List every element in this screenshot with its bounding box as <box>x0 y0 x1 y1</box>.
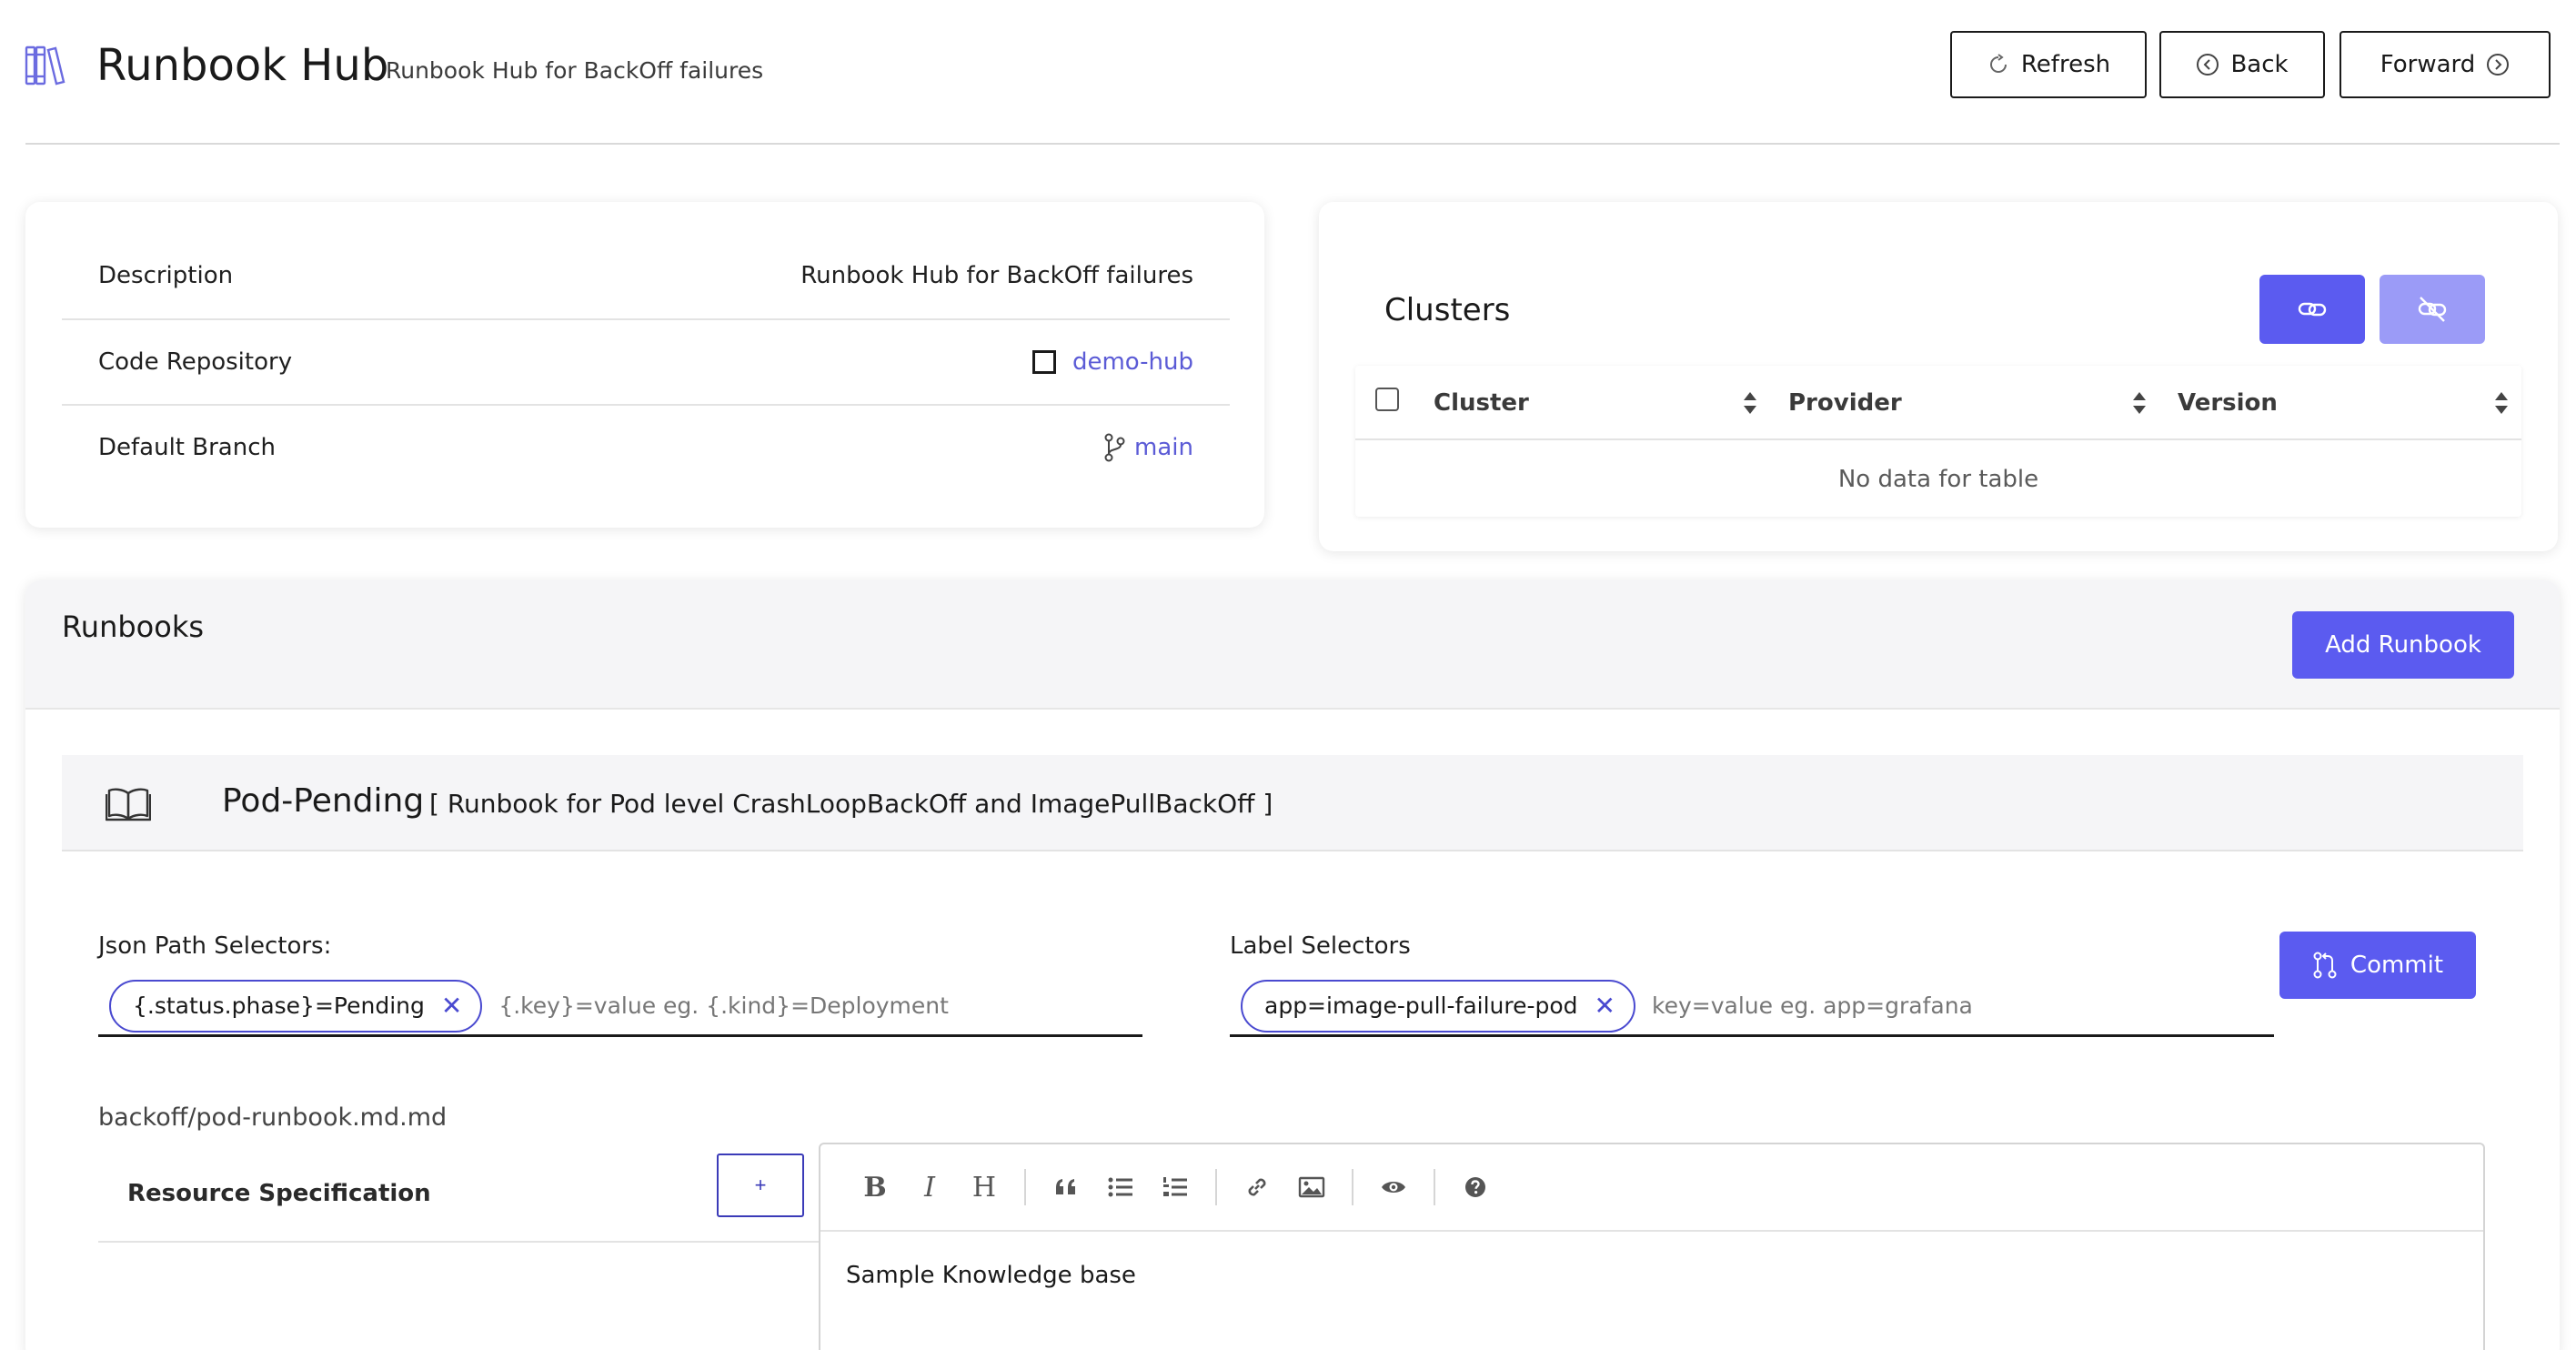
library-books-icon <box>25 45 65 86</box>
info-row-code-repository: Code Repository demo-hub <box>62 318 1230 404</box>
column-version[interactable]: Version <box>2178 366 2278 440</box>
label-selector-placeholder: key=value eg. app=grafana <box>1652 992 1973 1019</box>
info-row-description: Description Runbook Hub for BackOff fail… <box>62 233 1230 318</box>
commit-button[interactable]: Commit <box>2279 932 2476 999</box>
preview-button[interactable] <box>1366 1160 1421 1214</box>
chip-label: app=image-pull-failure-pod <box>1264 992 1578 1019</box>
forward-circle-icon <box>2487 54 2510 76</box>
ordered-list-button[interactable] <box>1148 1160 1202 1214</box>
editor-content[interactable]: Sample Knowledge base <box>846 1259 1136 1292</box>
sort-icon[interactable] <box>2130 389 2148 417</box>
resource-specification-label: Resource Specification <box>127 1180 431 1207</box>
resource-specification-row: Resource Specification + <box>98 1144 835 1243</box>
eye-icon <box>1382 1182 1405 1193</box>
commit-label: Commit <box>2350 952 2444 979</box>
refresh-icon <box>1989 54 2007 73</box>
unordered-list-icon <box>1108 1177 1132 1197</box>
back-circle-icon <box>2197 54 2219 76</box>
back-label: Back <box>2230 51 2289 78</box>
page-title: Runbook Hub <box>96 40 389 91</box>
json-path-placeholder: {.key}=value eg. {.kind}=Deployment <box>498 992 949 1019</box>
editor-toolbar: B I H <box>820 1144 2483 1232</box>
close-icon[interactable]: ✕ <box>441 992 462 1019</box>
heading-button[interactable]: H <box>957 1160 1011 1214</box>
toolbar-separator <box>1434 1169 1435 1205</box>
repository-checkbox-icon <box>1031 350 1056 374</box>
runbooks-title: Runbooks <box>62 610 205 644</box>
runbooks-header: Runbooks Add Runbook <box>25 580 2560 710</box>
forward-button[interactable]: Forward <box>2340 31 2551 98</box>
json-path-selectors-label: Json Path Selectors: <box>98 932 332 960</box>
clusters-card: Clusters Cluster Provider Version No dat… <box>1319 202 2558 551</box>
json-path-chip: {.status.phase}=Pending ✕ <box>109 979 483 1033</box>
label-selectors-label: Label Selectors <box>1230 932 1411 960</box>
clusters-table: Cluster Provider Version No data for tab… <box>1355 366 2521 517</box>
link-icon <box>2298 302 2327 317</box>
sort-icon[interactable] <box>1741 389 1759 417</box>
runbook-description: [ Runbook for Pod level CrashLoopBackOff… <box>429 789 1273 819</box>
forward-label: Forward <box>2380 51 2476 78</box>
column-provider[interactable]: Provider <box>1788 366 1902 440</box>
info-label: Code Repository <box>98 348 293 376</box>
label-selector-chip: app=image-pull-failure-pod ✕ <box>1241 979 1636 1033</box>
bold-button[interactable]: B <box>848 1160 902 1214</box>
page-subtitle: Runbook Hub for BackOff failures <box>386 57 764 84</box>
info-row-default-branch: Default Branch main <box>62 404 1230 489</box>
sort-icon[interactable] <box>2492 389 2511 417</box>
repository-link[interactable]: demo-hub <box>1072 348 1193 376</box>
chip-label: {.status.phase}=Pending <box>133 992 425 1019</box>
attach-cluster-button[interactable] <box>2259 275 2365 344</box>
insert-link-button[interactable] <box>1230 1160 1284 1214</box>
table-empty-message: No data for table <box>1837 466 2039 493</box>
refresh-label: Refresh <box>2020 51 2111 78</box>
hub-info-card: Description Runbook Hub for BackOff fail… <box>25 202 1264 528</box>
git-pull-request-icon <box>2313 952 2337 979</box>
runbook-item-header[interactable]: Pod-Pending [ Runbook for Pod level Cras… <box>62 755 2523 851</box>
quote-button[interactable] <box>1039 1160 1093 1214</box>
close-icon[interactable]: ✕ <box>1595 992 1615 1019</box>
column-cluster[interactable]: Cluster <box>1434 366 1529 440</box>
unordered-list-button[interactable] <box>1093 1160 1148 1214</box>
markdown-editor: B I H Sample Knowledge base <box>819 1143 2485 1350</box>
quote-icon <box>1056 1179 1075 1194</box>
label-selectors-input[interactable]: app=image-pull-failure-pod ✕ key=value e… <box>1230 977 2274 1037</box>
clusters-title: Clusters <box>1384 292 1511 328</box>
refresh-button[interactable]: Refresh <box>1950 31 2147 98</box>
unlink-icon <box>2418 297 2447 322</box>
select-all-checkbox[interactable] <box>1375 388 1399 411</box>
toolbar-separator <box>1352 1169 1353 1205</box>
open-book-icon <box>106 788 151 821</box>
insert-image-button[interactable] <box>1284 1160 1339 1214</box>
help-button[interactable] <box>1448 1160 1503 1214</box>
header-divider <box>25 143 2560 145</box>
back-button[interactable]: Back <box>2159 31 2325 98</box>
info-label: Description <box>98 262 234 289</box>
ordered-list-icon <box>1163 1177 1187 1196</box>
description-value: Runbook Hub for BackOff failures <box>800 262 1193 289</box>
toolbar-separator <box>1215 1169 1217 1205</box>
table-header: Cluster Provider Version <box>1355 366 2521 440</box>
add-runbook-button[interactable]: Add Runbook <box>2292 611 2514 679</box>
image-icon <box>1298 1176 1325 1198</box>
git-branch-icon <box>1104 433 1125 462</box>
toolbar-separator <box>1024 1169 1026 1205</box>
runbook-file-path: backoff/pod-runbook.md.md <box>98 1103 448 1132</box>
link-icon <box>1248 1178 1266 1196</box>
runbook-name: Pod-Pending <box>222 782 425 820</box>
runbooks-section: Runbooks Add Runbook Pod-Pending [ Runbo… <box>25 580 2560 1350</box>
italic-button[interactable]: I <box>902 1160 957 1214</box>
add-resource-spec-button[interactable]: + <box>717 1154 804 1217</box>
question-circle-icon <box>1465 1177 1485 1197</box>
json-path-selectors-input[interactable]: {.status.phase}=Pending ✕ {.key}=value e… <box>98 977 1142 1037</box>
branch-link[interactable]: main <box>1134 434 1193 461</box>
info-label: Default Branch <box>98 434 276 461</box>
detach-cluster-button[interactable] <box>2380 275 2485 344</box>
